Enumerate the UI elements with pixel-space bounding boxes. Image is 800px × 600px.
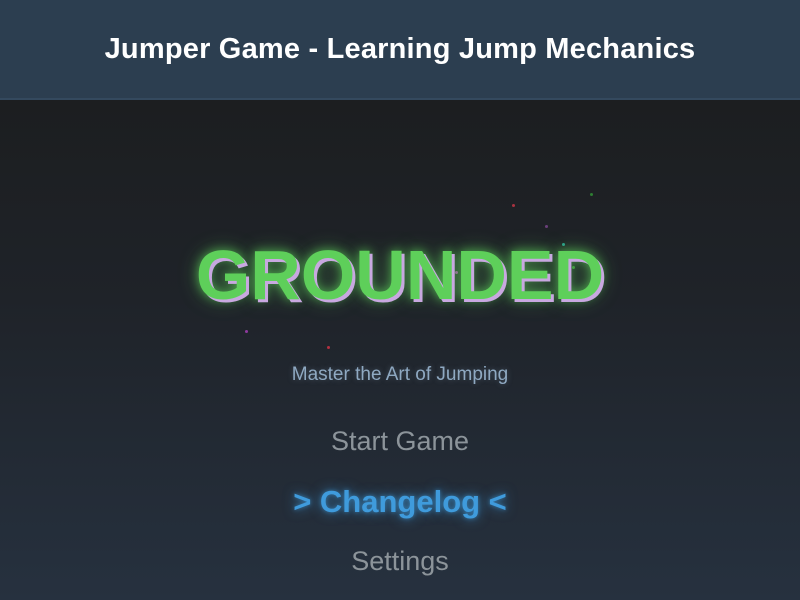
particle <box>545 225 548 228</box>
game-canvas[interactable]: GROUNDED Master the Art of Jumping Start… <box>0 100 800 600</box>
header-bar: Jumper Game - Learning Jump Mechanics <box>0 0 800 100</box>
start-game-button[interactable]: Start Game <box>0 426 800 457</box>
particle <box>590 193 593 196</box>
changelog-button[interactable]: > Changelog < <box>0 484 800 520</box>
page: Jumper Game - Learning Jump Mechanics GR… <box>0 0 800 600</box>
particle <box>245 330 248 333</box>
game-subtitle: Master the Art of Jumping <box>291 364 509 385</box>
particle <box>512 204 515 207</box>
particle <box>327 346 330 349</box>
settings-button[interactable]: Settings <box>0 546 800 577</box>
page-title: Jumper Game - Learning Jump Mechanics <box>104 32 696 65</box>
game-title: GROUNDED <box>195 236 605 314</box>
